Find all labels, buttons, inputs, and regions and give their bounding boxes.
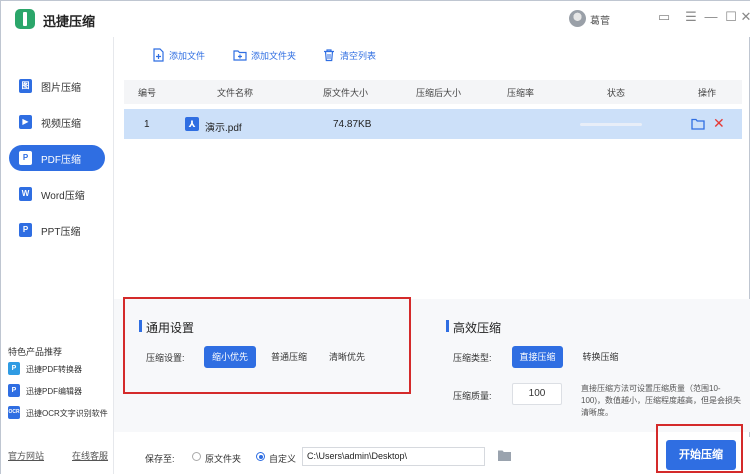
row-progress-bar xyxy=(580,123,642,126)
start-compress-button[interactable]: 开始压缩 xyxy=(666,440,736,470)
custom-label[interactable]: 自定义 xyxy=(269,452,296,465)
featured-title: 特色产品推荐 xyxy=(8,347,63,357)
support-link[interactable]: 在线客服 xyxy=(72,449,108,462)
username[interactable]: 葛菅 xyxy=(590,12,610,27)
row-index: 1 xyxy=(144,119,150,130)
app-window: 迅捷压缩 葛菅 ▭ ☰ — ☐ ✕ 图 图片压缩 ▶ 视频压缩 P PDF压缩 … xyxy=(0,0,750,474)
save-path-input[interactable]: C:\Users\admin\Desktop\ xyxy=(302,447,485,466)
featured-label: 迅捷OCR文字识别软件 xyxy=(26,409,108,418)
ocr-icon: OCR xyxy=(8,406,20,419)
video-icon: ▶ xyxy=(19,115,32,129)
sidebar-item-label: PDF压缩 xyxy=(41,155,81,166)
sidebar-item-label: Word压缩 xyxy=(41,191,85,202)
website-link[interactable]: 官方网站 xyxy=(8,449,44,462)
radio-original-folder[interactable] xyxy=(192,452,201,461)
pdf-file-icon: ⅄ xyxy=(185,117,199,131)
row-original-size: 74.87KB xyxy=(333,119,372,130)
sidebar-item-label: PPT压缩 xyxy=(41,227,81,238)
word-icon: W xyxy=(19,187,32,201)
compression-type-label: 压缩类型: xyxy=(453,353,492,363)
option-clarity-priority[interactable]: 清晰优先 xyxy=(321,346,373,368)
sidebar-item-label: 视频压缩 xyxy=(41,119,81,130)
maximize-icon[interactable]: ☐ xyxy=(723,9,739,25)
original-folder-label[interactable]: 原文件夹 xyxy=(205,452,241,465)
table-row[interactable]: 1 ⅄ 演示.pdf 74.87KB ✕ xyxy=(124,109,742,139)
header-ratio: 压缩率 xyxy=(507,88,535,98)
file-table-header: 编号 文件名称 原文件大小 压缩后大小 压缩率 状态 操作 xyxy=(124,80,742,104)
browse-folder-icon[interactable] xyxy=(497,449,512,462)
featured-label: 迅捷PDF转换器 xyxy=(26,365,82,374)
header-compressed-size: 压缩后大小 xyxy=(416,88,462,98)
featured-label: 迅捷PDF编辑器 xyxy=(26,387,82,396)
pdf-converter-icon: P xyxy=(8,362,20,375)
header-original-size: 原文件大小 xyxy=(323,88,369,98)
compression-setting-label: 压缩设置: xyxy=(146,353,185,363)
featured-pdf-editor[interactable]: P 迅捷PDF编辑器 xyxy=(8,384,113,398)
user-avatar[interactable] xyxy=(569,10,586,27)
quality-hint: 直接压缩方法可设置压缩质量（范围10-100)，数值越小，压缩程度越高，但是会损… xyxy=(581,384,742,417)
open-folder-icon[interactable] xyxy=(691,118,705,130)
add-file-label: 添加文件 xyxy=(169,51,206,61)
sidebar-item-label: 图片压缩 xyxy=(41,83,81,94)
save-to-label: 保存至: xyxy=(145,454,175,464)
featured-ocr[interactable]: OCR 迅捷OCR文字识别软件 xyxy=(8,406,113,420)
minimize-icon[interactable]: — xyxy=(703,9,719,25)
add-folder-label: 添加文件夹 xyxy=(251,51,297,61)
radio-custom[interactable] xyxy=(256,452,265,461)
pdf-icon: P xyxy=(19,151,32,165)
feedback-icon[interactable]: ▭ xyxy=(656,9,672,25)
header-name: 文件名称 xyxy=(217,88,254,98)
header-index: 编号 xyxy=(138,88,157,98)
header-actions: 操作 xyxy=(698,88,717,98)
sidebar-item-image[interactable]: 图 图片压缩 xyxy=(9,73,105,99)
general-settings-title: 通用设置 xyxy=(138,320,195,335)
option-direct[interactable]: 直接压缩 xyxy=(512,346,563,368)
ppt-icon: P xyxy=(19,223,32,237)
sidebar-item-ppt[interactable]: P PPT压缩 xyxy=(9,217,105,243)
trash-icon xyxy=(324,49,334,62)
pdf-editor-icon: P xyxy=(8,384,20,397)
sidebar-item-video[interactable]: ▶ 视频压缩 xyxy=(9,109,105,135)
sidebar-item-pdf[interactable]: P PDF压缩 xyxy=(9,145,105,171)
add-file-icon xyxy=(153,48,164,62)
clear-list-label: 清空列表 xyxy=(340,51,377,61)
sidebar-item-word[interactable]: W Word压缩 xyxy=(9,181,105,207)
featured-pdf-converter[interactable]: P 迅捷PDF转换器 xyxy=(8,362,113,376)
app-logo-icon xyxy=(15,9,35,29)
menu-icon[interactable]: ☰ xyxy=(683,9,699,25)
efficient-title: 高效压缩 xyxy=(445,320,502,335)
delete-icon[interactable]: ✕ xyxy=(713,115,725,131)
app-title: 迅捷压缩 xyxy=(43,14,96,29)
option-normal[interactable]: 普通压缩 xyxy=(263,346,315,368)
quality-input[interactable]: 100 xyxy=(512,383,562,405)
add-folder-icon xyxy=(233,50,247,61)
image-icon: 图 xyxy=(19,79,32,93)
close-icon[interactable]: ✕ xyxy=(738,9,750,25)
option-size-priority[interactable]: 缩小优先 xyxy=(204,346,256,368)
row-file-name: 演示.pdf xyxy=(205,123,242,134)
sidebar: 图 图片压缩 ▶ 视频压缩 P PDF压缩 W Word压缩 P PPT压缩 特… xyxy=(1,37,114,474)
compression-quality-label: 压缩质量: xyxy=(453,391,492,401)
title-bar: 迅捷压缩 葛菅 ▭ ☰ — ☐ ✕ xyxy=(1,1,750,37)
header-status: 状态 xyxy=(607,88,626,98)
option-convert[interactable]: 转换压缩 xyxy=(573,346,628,368)
